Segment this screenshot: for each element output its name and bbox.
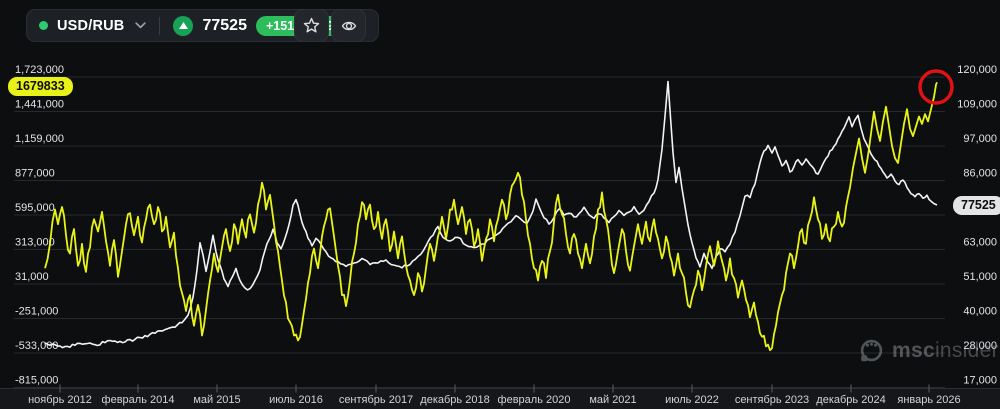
x-axis-label: декабрь 2018 <box>420 394 489 406</box>
x-axis-label: февраль 2020 <box>498 394 571 406</box>
x-axis-label: июль 2022 <box>665 394 719 406</box>
left-axis-label: 1,723,000 <box>15 64 64 76</box>
left-axis-current-badge: 1679833 <box>8 77 73 96</box>
x-axis-label: декабрь 2024 <box>816 394 885 406</box>
watermark-text-light: insider <box>934 338 999 362</box>
x-axis-label: июль 2016 <box>269 394 323 406</box>
symbol-status-dot <box>39 21 48 30</box>
left-axis-label: -251,000 <box>15 306 58 318</box>
left-axis-label: -815,000 <box>15 375 58 387</box>
right-axis-label: 109,000 <box>957 99 997 111</box>
right-axis-label: 63,000 <box>963 237 997 249</box>
watchlist-button[interactable] <box>331 9 366 42</box>
price-up-icon <box>173 15 194 36</box>
star-icon <box>303 17 320 33</box>
right-axis-label: 17,000 <box>963 375 997 387</box>
divider <box>159 16 161 35</box>
right-axis-label: 86,000 <box>963 168 997 180</box>
chevron-down-icon[interactable] <box>135 22 147 29</box>
symbol-label: USD/RUB <box>57 17 125 34</box>
x-axis-label: сентябрь 2023 <box>735 394 809 406</box>
watermark-text-bold: msc <box>892 338 935 362</box>
favorite-button[interactable] <box>294 9 329 42</box>
msc-insider-watermark: mscinsider <box>858 337 999 364</box>
right-axis-label: 51,000 <box>963 271 997 283</box>
right-axis-label: 120,000 <box>957 64 997 76</box>
x-axis-label: май 2021 <box>589 394 636 406</box>
x-axis-label: январь 2026 <box>897 394 960 406</box>
x-axis-label: февраль 2014 <box>102 394 175 406</box>
right-axis-current-badge: 77525 <box>953 196 1000 215</box>
right-axis-label: 40,000 <box>963 306 997 318</box>
left-axis-label: 31,000 <box>15 271 49 283</box>
left-axis-label: 877,000 <box>15 168 55 180</box>
chart-canvas[interactable]: ноябрь 2012 февраль 2014 май 2015 июль 2016… <box>0 0 1000 409</box>
right-axis-label: 97,000 <box>963 133 997 145</box>
x-axis-label: ноябрь 2012 <box>28 394 92 406</box>
left-axis-label: 1,441,000 <box>15 99 64 111</box>
x-axis-label: май 2015 <box>193 394 240 406</box>
left-axis-label: 595,000 <box>15 202 55 214</box>
last-price: 77525 <box>202 16 247 34</box>
left-axis-label: -533,000 <box>15 340 58 352</box>
left-axis-label: 1,159,000 <box>15 133 64 145</box>
x-axis-label: сентябрь 2017 <box>339 394 413 406</box>
eye-icon <box>341 21 356 30</box>
msc-insider-logo <box>860 339 883 362</box>
